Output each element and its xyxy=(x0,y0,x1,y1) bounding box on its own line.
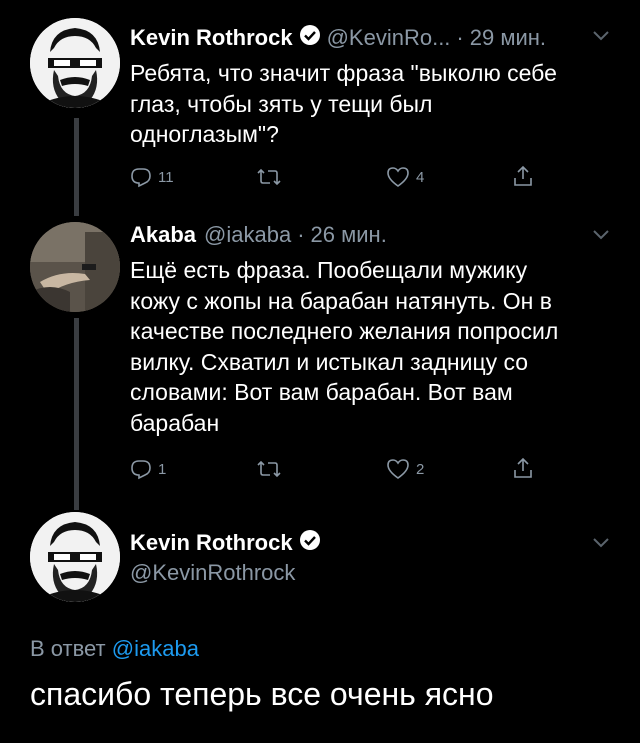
reply-icon xyxy=(131,460,151,480)
like-button[interactable]: 4 xyxy=(386,166,424,188)
like-count: 4 xyxy=(416,168,425,186)
reply-count: 1 xyxy=(158,460,167,478)
reply-context: В ответ @iakaba xyxy=(30,636,199,662)
main-tweet-header: Kevin Rothrock xyxy=(130,529,327,556)
tweet-time[interactable]: 29 мин. xyxy=(470,25,546,51)
tweet-text: Ещё есть фраза. Пообещали мужику кожу с … xyxy=(130,255,620,438)
meta-separator: · xyxy=(297,222,305,247)
reply-button[interactable]: 11 xyxy=(130,166,174,188)
author-handle[interactable]: @iakaba xyxy=(204,222,291,248)
author-name[interactable]: Kevin Rothrock xyxy=(130,25,293,51)
chevron-down-icon[interactable] xyxy=(592,229,610,241)
tweet-header: Akaba @iakaba · 26 мин. xyxy=(130,222,387,248)
tweet-text-line: Ещё есть фраза. Пообещали мужику xyxy=(130,257,528,283)
like-count: 2 xyxy=(416,460,425,478)
retweet-icon xyxy=(257,460,281,478)
like-button[interactable]: 2 xyxy=(386,458,424,480)
chevron-down-icon[interactable] xyxy=(592,30,610,42)
avatar-illustration-icon xyxy=(30,18,120,108)
avatar-photo-icon xyxy=(30,222,120,312)
main-tweet-text: спасибо теперь все очень ясно xyxy=(30,676,494,712)
tweet-text: Ребята, что значит фраза "выколю себе гл… xyxy=(130,58,620,150)
avatar[interactable] xyxy=(30,512,120,602)
tweet-text-line: качестве последнего желания попросил xyxy=(130,318,559,344)
author-name[interactable]: Kevin Rothrock xyxy=(130,530,293,556)
meta-separator: · xyxy=(456,24,464,50)
reply-prefix: В ответ xyxy=(30,636,106,661)
retweet-button[interactable] xyxy=(256,166,282,188)
tweet-header: Kevin Rothrock @KevinRo... · 29 мин. xyxy=(130,24,546,51)
thread-line xyxy=(74,118,79,216)
like-icon xyxy=(387,167,409,187)
verified-badge-icon xyxy=(299,529,321,556)
avatar-illustration-icon xyxy=(30,512,120,602)
share-button[interactable] xyxy=(512,164,534,188)
thread-line xyxy=(74,318,79,510)
share-button[interactable] xyxy=(512,456,534,480)
tweet-text-line: глаз, чтобы зять у тещи был xyxy=(130,90,433,117)
retweet-button[interactable] xyxy=(256,458,282,480)
chevron-down-icon[interactable] xyxy=(592,537,610,549)
author-handle[interactable]: @KevinRothrock xyxy=(130,560,295,586)
tweet-text-line: Ребята, что значит фраза "выколю себе xyxy=(130,60,557,86)
reply-icon xyxy=(131,168,151,188)
retweet-icon xyxy=(257,168,281,186)
tweet-text-line: одноглазым"? xyxy=(130,121,279,147)
avatar[interactable] xyxy=(30,18,120,108)
reply-button[interactable]: 1 xyxy=(130,458,166,480)
tweet-text-line: словами: Вот вам барабан. Вот вам xyxy=(130,379,513,405)
tweet-text-line: вилку. Схватил и истыкал задницу со xyxy=(130,348,529,375)
tweet-text-line: кожу с жопы на барабан натянуть. Он в xyxy=(130,287,552,314)
like-icon xyxy=(387,459,409,479)
share-icon xyxy=(514,457,532,478)
tweet-time[interactable]: 26 мин. xyxy=(311,222,387,248)
reply-to-link[interactable]: @iakaba xyxy=(112,636,199,661)
share-icon xyxy=(514,165,532,186)
verified-badge-icon xyxy=(299,24,321,51)
author-handle[interactable]: @KevinRo... xyxy=(327,25,451,51)
reply-count: 11 xyxy=(158,168,174,186)
author-name[interactable]: Akaba xyxy=(130,222,196,248)
tweet-text-line: барабан xyxy=(130,409,220,436)
avatar[interactable] xyxy=(30,222,120,312)
